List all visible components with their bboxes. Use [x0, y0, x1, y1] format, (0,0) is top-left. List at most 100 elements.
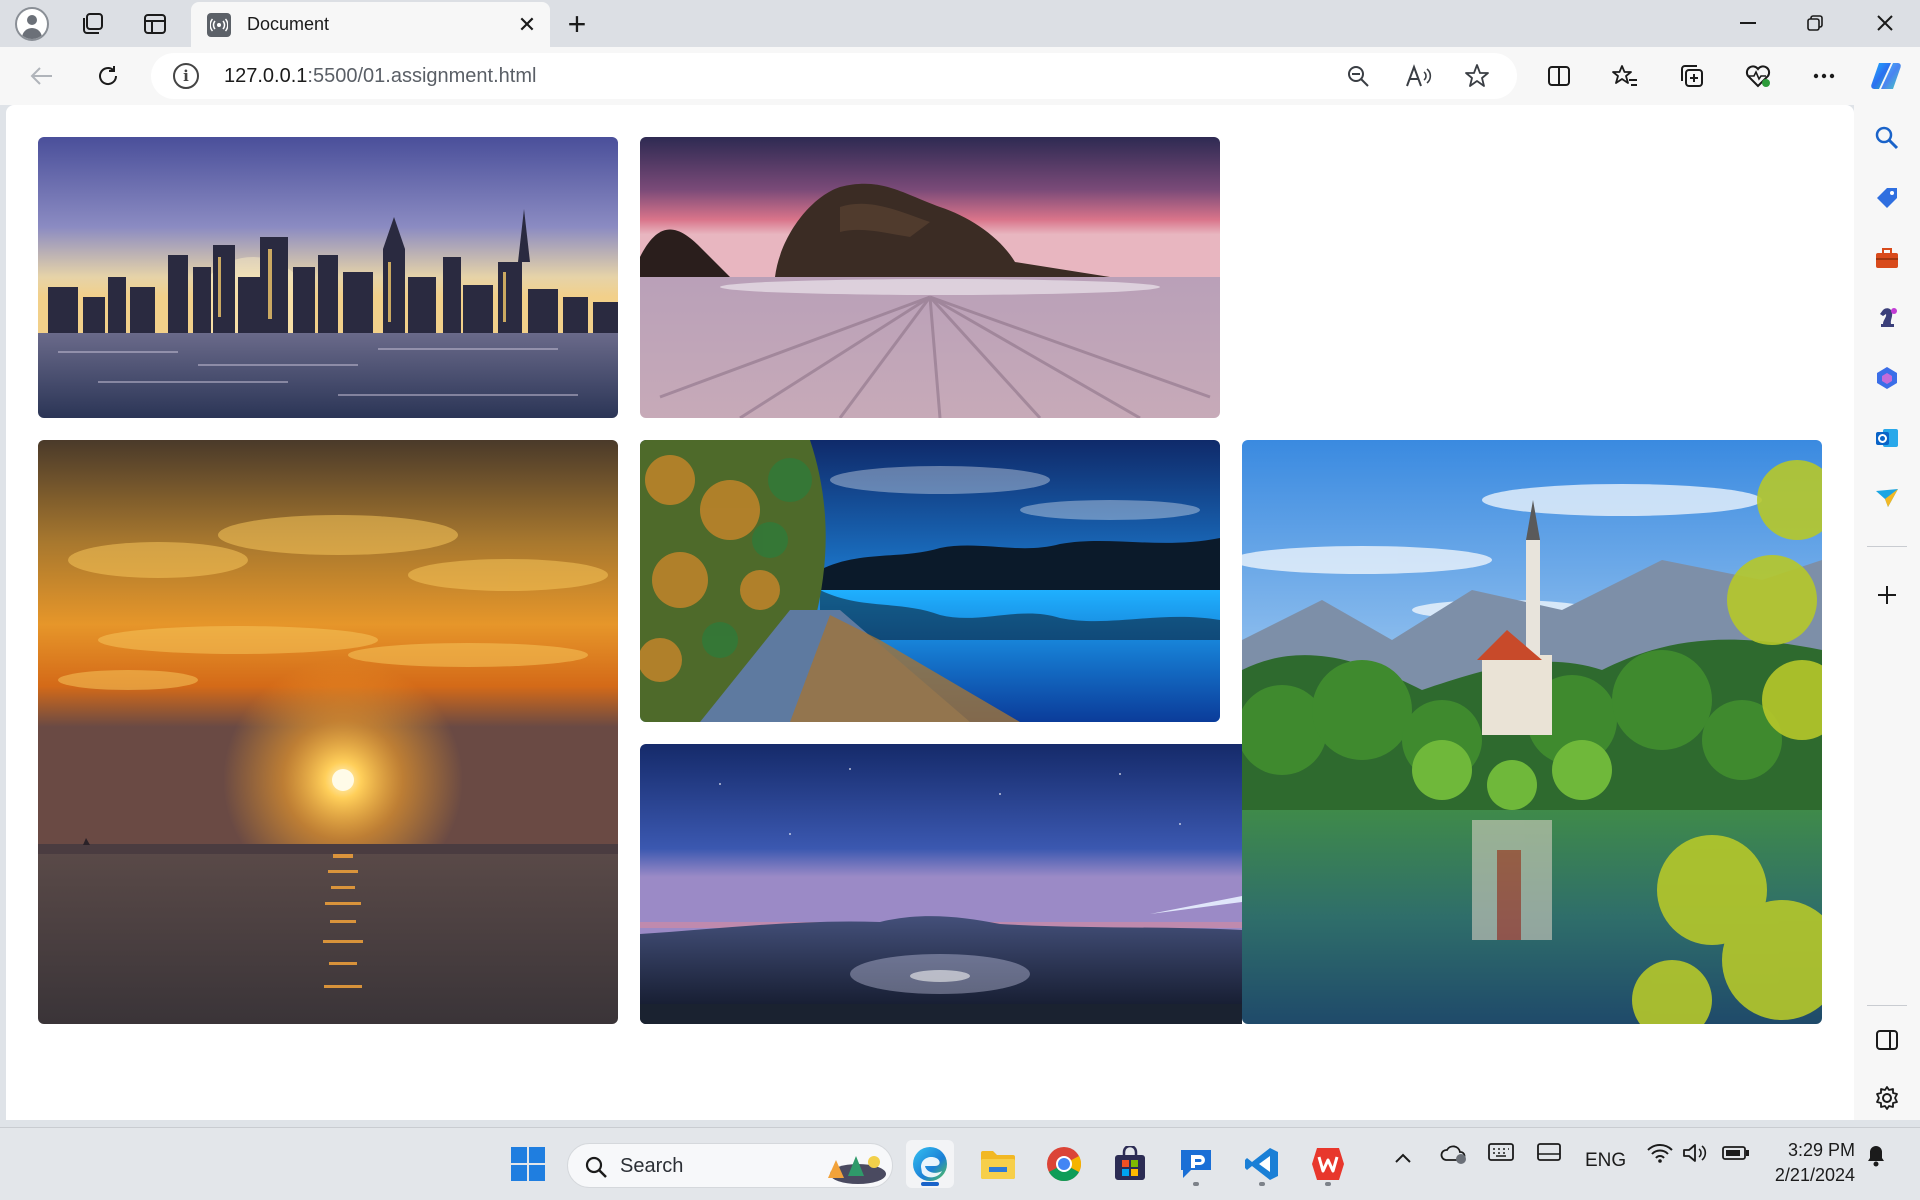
collections-button[interactable]	[1670, 55, 1714, 97]
split-screen-icon	[1548, 66, 1570, 86]
taskbar-edge[interactable]	[906, 1140, 954, 1188]
sidebar-drop-button[interactable]	[1869, 480, 1905, 516]
edge-sidebar	[1854, 105, 1920, 1120]
heart-pulse-icon	[1745, 65, 1771, 88]
night-valley-comet-photo	[640, 744, 1242, 1024]
active-indicator	[921, 1182, 939, 1186]
page-viewport	[6, 105, 1854, 1120]
keyboard-icon	[1488, 1143, 1514, 1161]
wps-office-icon	[1312, 1148, 1344, 1180]
taskbar-chrome[interactable]	[1040, 1140, 1088, 1188]
workspaces-icon	[83, 13, 103, 34]
profile-avatar-icon	[15, 7, 49, 41]
clock-time: 3:29 PM	[1787, 1140, 1855, 1160]
taskbar-remote-app[interactable]	[1172, 1140, 1220, 1188]
favorite-star-button[interactable]	[1461, 61, 1493, 91]
chess-knight-icon	[1880, 308, 1897, 327]
toolbox-icon	[1876, 248, 1898, 268]
network-tray[interactable]	[1646, 1142, 1674, 1170]
zoom-button[interactable]	[1342, 61, 1374, 91]
sidebar-add-button[interactable]	[1869, 577, 1905, 613]
address-bar[interactable]: i 127.0.0.1:5500/01.assignment.html	[151, 53, 1517, 99]
sidebar-settings-button[interactable]	[1869, 1080, 1905, 1116]
chat-p-icon	[1181, 1150, 1211, 1178]
restore-button[interactable]	[1782, 0, 1848, 46]
more-dots-icon	[1813, 73, 1835, 79]
lake-bled-church-photo	[1242, 440, 1822, 1024]
sidebar-shopping-button[interactable]	[1869, 180, 1905, 216]
microsoft-365-icon	[1877, 367, 1897, 389]
site-info-icon[interactable]: i	[173, 63, 199, 89]
sidebar-games-button[interactable]	[1869, 300, 1905, 336]
minimize-icon	[1740, 22, 1756, 24]
back-button[interactable]	[20, 55, 64, 97]
ocean-sunset-photo	[38, 440, 618, 1024]
copilot-icon	[1871, 63, 1901, 89]
speaker-icon	[1683, 1144, 1707, 1162]
browser-toolbar: i 127.0.0.1:5500/01.assignment.html	[0, 47, 1920, 105]
search-icon	[1875, 126, 1899, 150]
store-bag-icon	[1115, 1146, 1145, 1180]
sidebar-search-button[interactable]	[1869, 120, 1905, 156]
tab-close-icon[interactable]: ✕	[512, 10, 542, 40]
rock-beach-sunset-photo	[640, 137, 1220, 418]
close-window-button[interactable]	[1852, 0, 1918, 46]
profile-button[interactable]	[12, 6, 52, 42]
battery-tray[interactable]	[1722, 1144, 1750, 1168]
tablet-mode-tray[interactable]	[1536, 1142, 1562, 1168]
windows-logo-icon	[511, 1147, 545, 1181]
tab-actions-icon	[144, 14, 166, 34]
vertical-tabs-button[interactable]	[135, 6, 175, 42]
browser-essentials-button[interactable]	[1736, 55, 1780, 97]
folder-icon	[981, 1151, 1015, 1179]
taskbar-vscode[interactable]	[1238, 1140, 1286, 1188]
show-hidden-icons-button[interactable]	[1394, 1148, 1412, 1170]
onedrive-cloud-icon	[1440, 1145, 1466, 1164]
chevron-up-icon	[1395, 1153, 1411, 1163]
sidebar-tools-button[interactable]	[1869, 240, 1905, 276]
tab-document[interactable]: Document ✕	[191, 2, 550, 47]
onedrive-tray[interactable]	[1440, 1142, 1468, 1172]
workspaces-button[interactable]	[72, 6, 112, 42]
taskbar-store[interactable]	[1106, 1140, 1154, 1188]
taskbar-clock[interactable]: 3:29 PM 2/21/2024	[1775, 1138, 1855, 1188]
running-indicator	[1259, 1182, 1265, 1186]
search-icon	[585, 1156, 607, 1178]
running-indicator	[1325, 1182, 1331, 1186]
wifi-icon	[1647, 1144, 1673, 1163]
tablet-icon	[1537, 1143, 1561, 1161]
input-language[interactable]: ENG	[1585, 1150, 1626, 1172]
shopping-tag-icon	[1877, 188, 1897, 208]
taskbar-wps-office[interactable]	[1304, 1140, 1352, 1188]
split-screen-button[interactable]	[1537, 55, 1581, 97]
chrome-icon	[1047, 1147, 1081, 1181]
sidebar-outlook-button[interactable]	[1869, 420, 1905, 456]
taskbar-search-label: Search	[620, 1155, 684, 1177]
notifications-button[interactable]	[1864, 1142, 1888, 1174]
copilot-button[interactable]	[1864, 55, 1908, 97]
minimize-button[interactable]	[1715, 0, 1781, 46]
autumn-lake-path-photo	[640, 440, 1220, 722]
hide-sidebar-button[interactable]	[1869, 1022, 1905, 1058]
refresh-button[interactable]	[86, 55, 130, 97]
edge-browser-icon	[913, 1147, 947, 1181]
keyboard-tray[interactable]	[1488, 1142, 1514, 1168]
favorites-icon	[1612, 65, 1637, 86]
plus-icon	[1878, 586, 1896, 604]
new-tab-button[interactable]: +	[558, 6, 596, 42]
city-skyline-photo	[38, 137, 618, 418]
sidebar-divider	[1867, 546, 1907, 547]
more-options-button[interactable]	[1802, 55, 1846, 97]
star-icon	[1465, 64, 1489, 87]
battery-icon	[1722, 1146, 1749, 1160]
taskbar-search-box[interactable]: Search	[567, 1143, 893, 1188]
sidebar-m365-button[interactable]	[1869, 360, 1905, 396]
url-text[interactable]: 127.0.0.1:5500/01.assignment.html	[224, 65, 536, 88]
favorites-button[interactable]	[1603, 55, 1647, 97]
broadcast-favicon-icon	[207, 12, 231, 37]
back-arrow-icon	[30, 67, 52, 85]
start-button[interactable]	[504, 1140, 552, 1188]
taskbar-file-explorer[interactable]	[974, 1140, 1022, 1188]
read-aloud-button[interactable]	[1403, 61, 1435, 91]
volume-tray[interactable]	[1682, 1142, 1708, 1170]
